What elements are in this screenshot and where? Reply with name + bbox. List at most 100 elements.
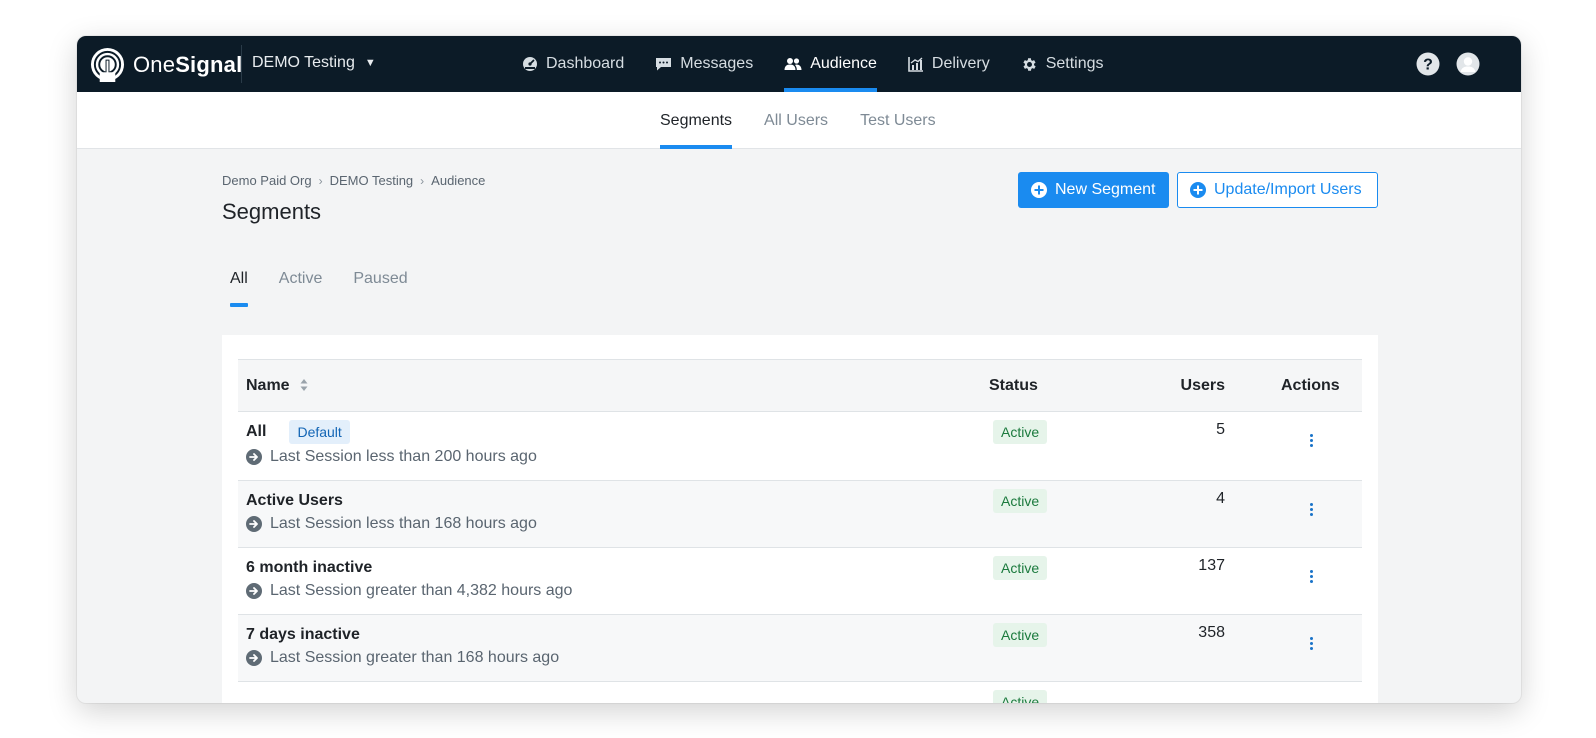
more-actions-icon[interactable] xyxy=(1307,569,1315,584)
actions-cell xyxy=(1233,411,1362,481)
status-badge: Active xyxy=(993,690,1048,703)
status-cell: Active xyxy=(981,480,1137,548)
segment-name[interactable]: All xyxy=(246,423,266,441)
app-window: OneSignal DEMO Testing ▼ Dashboard Messa… xyxy=(77,36,1521,703)
nav-label: Delivery xyxy=(931,55,990,72)
app-switcher-label: DEMO Testing xyxy=(252,54,355,71)
svg-text:?: ? xyxy=(1423,57,1433,74)
tab-segments[interactable]: Segments xyxy=(660,92,733,149)
actions-cell xyxy=(1233,681,1362,703)
status-cell: Active xyxy=(981,411,1137,481)
tab-test-users[interactable]: Test Users xyxy=(860,92,936,148)
page-title: Segments xyxy=(222,199,322,224)
chevron-right-icon: › xyxy=(318,173,323,188)
user-avatar-icon[interactable] xyxy=(1456,52,1480,76)
table-header-row: Name Status Users Actions xyxy=(238,359,1362,412)
more-actions-icon[interactable] xyxy=(1307,502,1315,517)
users-count: 4 xyxy=(1137,480,1233,548)
tab-all-users[interactable]: All Users xyxy=(764,92,828,148)
users-count: 5 xyxy=(1137,411,1233,481)
nav-item-delivery[interactable]: Delivery xyxy=(908,36,990,92)
segment-name-cell: 7 days inactive Last Session greater tha… xyxy=(238,614,981,682)
users-count: 137 xyxy=(1137,547,1233,615)
segment-rule: Last Session less than 168 hours ago xyxy=(246,515,973,533)
table-row[interactable]: Active Users Last Session less than 168 … xyxy=(238,480,1362,548)
actions-cell xyxy=(1233,547,1362,615)
messages-icon xyxy=(656,58,672,71)
status-cell: Active xyxy=(981,547,1137,615)
nav-item-messages[interactable]: Messages xyxy=(655,36,753,92)
main-nav: Dashboard Messages Audience Delivery Set… xyxy=(522,36,1135,92)
users-count xyxy=(1137,681,1233,703)
table-row[interactable]: 6 month inactive Last Session greater th… xyxy=(238,547,1362,615)
default-badge: Default xyxy=(289,420,350,444)
chevron-right-icon: › xyxy=(420,173,425,188)
nav-label: Settings xyxy=(1045,55,1104,72)
arrow-right-circle-icon xyxy=(246,650,262,666)
segment-rule-text: Last Session less than 200 hours ago xyxy=(270,448,537,465)
update-import-users-button[interactable]: Update/Import Users xyxy=(1177,172,1378,208)
status-cell: Active xyxy=(981,614,1137,682)
actions-cell xyxy=(1233,480,1362,548)
arrow-right-circle-icon xyxy=(246,449,262,465)
more-actions-icon[interactable] xyxy=(1307,636,1315,651)
segment-name[interactable]: 7 days inactive xyxy=(246,626,360,644)
new-segment-label: New Segment xyxy=(1055,181,1156,198)
column-header-users: Users xyxy=(1137,359,1233,412)
nav-divider xyxy=(241,45,242,83)
breadcrumb-org[interactable]: Demo Paid Org xyxy=(222,173,312,188)
filter-all[interactable]: All xyxy=(230,261,248,307)
segment-rule-text: Last Session greater than 4,382 hours ag… xyxy=(270,582,573,599)
segment-name[interactable]: Active Users xyxy=(246,492,343,510)
new-segment-button[interactable]: New Segment xyxy=(1018,172,1169,208)
segment-name-cell xyxy=(238,681,981,703)
segments-panel: Name Status Users Actions All Default La… xyxy=(222,335,1378,703)
arrow-right-circle-icon xyxy=(246,516,262,532)
segment-name[interactable]: 6 month inactive xyxy=(246,559,372,577)
status-badge: Active xyxy=(993,420,1048,444)
nav-item-dashboard[interactable]: Dashboard xyxy=(522,36,624,92)
table-row[interactable]: All Default Last Session less than 200 h… xyxy=(238,411,1362,481)
sort-icon[interactable] xyxy=(300,378,308,392)
column-header-label: Name xyxy=(246,376,290,394)
settings-icon xyxy=(1023,57,1036,71)
status-badge: Active xyxy=(993,489,1048,513)
segment-name-cell: 6 month inactive Last Session greater th… xyxy=(238,547,981,615)
nav-item-audience[interactable]: Audience xyxy=(784,36,877,92)
audience-subtabs: Segments All Users Test Users xyxy=(660,92,968,149)
sub-navbar: Segments All Users Test Users xyxy=(77,92,1521,149)
nav-label: Messages xyxy=(680,55,754,72)
filter-paused[interactable]: Paused xyxy=(353,261,407,307)
nav-label: Audience xyxy=(810,55,877,72)
help-icon[interactable]: ? xyxy=(1416,52,1440,76)
filter-active[interactable]: Active xyxy=(279,261,323,307)
update-import-users-label: Update/Import Users xyxy=(1214,181,1362,198)
nav-item-settings[interactable]: Settings xyxy=(1021,36,1104,92)
nav-label: Dashboard xyxy=(546,55,625,72)
column-header-actions: Actions xyxy=(1233,359,1362,412)
column-header-name[interactable]: Name xyxy=(238,359,981,412)
segment-rule: Last Session greater than 168 hours ago xyxy=(246,649,973,667)
table-row[interactable]: 7 days inactive Last Session greater tha… xyxy=(238,614,1362,682)
more-actions-icon[interactable] xyxy=(1307,433,1315,448)
top-navbar: OneSignal DEMO Testing ▼ Dashboard Messa… xyxy=(77,36,1521,92)
breadcrumb-app[interactable]: DEMO Testing xyxy=(330,173,414,188)
logo-wordmark: OneSignal xyxy=(133,51,243,77)
breadcrumb: Demo Paid Org › DEMO Testing › Audience xyxy=(222,173,485,188)
segment-name-cell: All Default Last Session less than 200 h… xyxy=(238,411,981,481)
table-row[interactable]: Active xyxy=(238,681,1362,703)
dashboard-icon xyxy=(523,57,537,71)
onesignal-logo-icon xyxy=(90,47,125,82)
status-cell: Active xyxy=(981,681,1137,703)
breadcrumb-section: Audience xyxy=(431,173,486,188)
app-switcher[interactable]: DEMO Testing ▼ xyxy=(252,54,376,72)
column-header-status: Status xyxy=(981,359,1137,412)
segment-rule: Last Session greater than 4,382 hours ag… xyxy=(246,582,973,600)
segment-name-cell: Active Users Last Session less than 168 … xyxy=(238,480,981,548)
segment-filter-tabs: All Active Paused xyxy=(230,261,439,307)
status-badge: Active xyxy=(993,556,1048,580)
onesignal-logo[interactable]: OneSignal xyxy=(90,47,242,82)
segments-table: Name Status Users Actions All Default La… xyxy=(238,359,1362,703)
arrow-right-circle-icon xyxy=(246,583,262,599)
segment-rule-text: Last Session greater than 168 hours ago xyxy=(270,649,560,666)
